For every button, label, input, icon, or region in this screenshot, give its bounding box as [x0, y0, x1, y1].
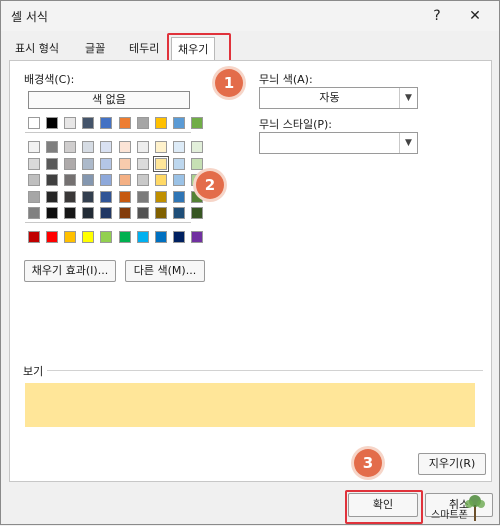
theme-shade-swatch[interactable]: [118, 141, 131, 153]
theme-shade-swatch[interactable]: [136, 190, 149, 203]
theme-shade-swatch[interactable]: [46, 141, 59, 153]
theme-shade-swatch[interactable]: [136, 157, 149, 170]
theme-shade-swatch[interactable]: [154, 207, 167, 220]
watermark-logo: 스마트폰: [429, 491, 493, 523]
theme-shade-swatch[interactable]: [118, 174, 131, 187]
standard-color-swatch[interactable]: [136, 231, 149, 243]
chevron-down-icon[interactable]: ▼: [399, 133, 417, 153]
theme-shade-swatch[interactable]: [118, 157, 131, 170]
tab-number[interactable]: 표시 형식: [9, 39, 65, 59]
ok-button-highlight: [345, 490, 423, 524]
palette-divider: [25, 222, 191, 223]
dialog-title: 셀 서식: [11, 10, 48, 24]
theme-shade-swatch[interactable]: [82, 190, 95, 203]
tab-font[interactable]: 글꼴: [79, 39, 111, 59]
standard-color-swatch[interactable]: [154, 231, 167, 243]
theme-shade-swatch[interactable]: [100, 190, 113, 203]
theme-color-swatch[interactable]: [82, 117, 95, 129]
theme-color-swatch[interactable]: [100, 117, 113, 129]
theme-shade-swatch[interactable]: [190, 157, 203, 170]
step-badge-2: 2: [196, 171, 224, 199]
pattern-color-label: 무늬 색(A):: [259, 73, 313, 86]
pattern-style-label: 무늬 스타일(P):: [259, 118, 333, 131]
theme-shade-swatch[interactable]: [46, 174, 59, 187]
pattern-style-dropdown[interactable]: ▼: [259, 132, 418, 154]
preview-label: 보기: [23, 365, 44, 378]
chevron-down-icon[interactable]: ▼: [399, 88, 417, 108]
standard-color-swatch[interactable]: [190, 231, 203, 243]
theme-color-swatch[interactable]: [28, 117, 40, 129]
step-badge-1: 1: [215, 69, 243, 97]
theme-shade-swatch[interactable]: [154, 141, 167, 153]
standard-color-swatch[interactable]: [172, 231, 185, 243]
preview-divider: [47, 370, 483, 371]
theme-shade-swatch[interactable]: [172, 190, 185, 203]
theme-shade-swatch[interactable]: [46, 157, 59, 170]
format-cells-dialog: 셀 서식 ? ✕ 표시 형식 글꼴 테두리 채우기 배경색(C): 색 없음 채…: [0, 0, 500, 525]
standard-color-swatch[interactable]: [100, 231, 113, 243]
preview-swatch: [25, 383, 475, 427]
theme-shade-swatch[interactable]: [28, 141, 40, 153]
help-button[interactable]: ?: [425, 5, 449, 27]
theme-shade-swatch[interactable]: [100, 157, 113, 170]
theme-shade-swatch[interactable]: [64, 174, 77, 187]
standard-color-swatch[interactable]: [64, 231, 77, 243]
theme-shade-swatch[interactable]: [100, 141, 113, 153]
standard-color-swatch[interactable]: [28, 231, 40, 243]
theme-shade-swatch[interactable]: [136, 174, 149, 187]
step-badge-3: 3: [354, 449, 382, 477]
theme-shade-swatch[interactable]: [190, 207, 203, 220]
theme-shade-swatch[interactable]: [64, 190, 77, 203]
theme-color-swatch[interactable]: [64, 117, 77, 129]
clear-button[interactable]: 지우기(R): [418, 453, 486, 475]
theme-shade-swatch[interactable]: [82, 141, 95, 153]
theme-color-swatch[interactable]: [136, 117, 149, 129]
background-color-label: 배경색(C):: [24, 73, 75, 86]
theme-shade-swatch[interactable]: [100, 207, 113, 220]
theme-shade-swatch[interactable]: [64, 157, 77, 170]
pattern-color-dropdown[interactable]: 자동 ▼: [259, 87, 418, 109]
fill-effects-button[interactable]: 채우기 효과(I)...: [24, 260, 116, 282]
theme-shade-swatch[interactable]: [82, 174, 95, 187]
theme-shade-swatch[interactable]: [46, 190, 59, 203]
theme-shade-swatch[interactable]: [28, 190, 40, 203]
theme-shade-swatch[interactable]: [152, 155, 169, 172]
title-bar: 셀 서식 ? ✕: [1, 1, 499, 31]
palette-divider: [25, 132, 191, 133]
theme-shade-swatch[interactable]: [82, 157, 95, 170]
theme-shade-swatch[interactable]: [28, 207, 40, 220]
theme-shade-swatch[interactable]: [46, 207, 59, 220]
svg-text:스마트폰: 스마트폰: [431, 509, 468, 521]
theme-shade-swatch[interactable]: [118, 190, 131, 203]
standard-color-swatch[interactable]: [118, 231, 131, 243]
theme-shade-swatch[interactable]: [136, 207, 149, 220]
close-icon[interactable]: ✕: [463, 5, 487, 27]
no-color-button[interactable]: 색 없음: [28, 91, 190, 109]
tab-border[interactable]: 테두리: [123, 39, 165, 59]
theme-shade-swatch[interactable]: [172, 157, 185, 170]
theme-shade-swatch[interactable]: [154, 174, 167, 187]
theme-color-swatch[interactable]: [154, 117, 167, 129]
theme-color-swatch[interactable]: [190, 117, 203, 129]
theme-color-swatch[interactable]: [172, 117, 185, 129]
theme-shade-swatch[interactable]: [118, 207, 131, 220]
theme-shade-swatch[interactable]: [172, 141, 185, 153]
theme-shade-swatch[interactable]: [64, 207, 77, 220]
theme-shade-swatch[interactable]: [172, 207, 185, 220]
standard-color-swatch[interactable]: [46, 231, 59, 243]
more-colors-button[interactable]: 다른 색(M)...: [125, 260, 205, 282]
theme-shade-swatch[interactable]: [172, 174, 185, 187]
pattern-color-value: 자동: [319, 91, 340, 104]
theme-shade-swatch[interactable]: [136, 141, 149, 153]
theme-shade-swatch[interactable]: [190, 141, 203, 153]
theme-shade-swatch[interactable]: [28, 174, 40, 187]
theme-color-swatch[interactable]: [46, 117, 59, 129]
theme-shade-swatch[interactable]: [64, 141, 77, 153]
theme-shade-swatch[interactable]: [82, 207, 95, 220]
theme-shade-swatch[interactable]: [28, 157, 40, 170]
theme-shade-swatch[interactable]: [100, 174, 113, 187]
theme-color-swatch[interactable]: [118, 117, 131, 129]
standard-color-swatch[interactable]: [82, 231, 95, 243]
theme-shade-swatch[interactable]: [154, 190, 167, 203]
